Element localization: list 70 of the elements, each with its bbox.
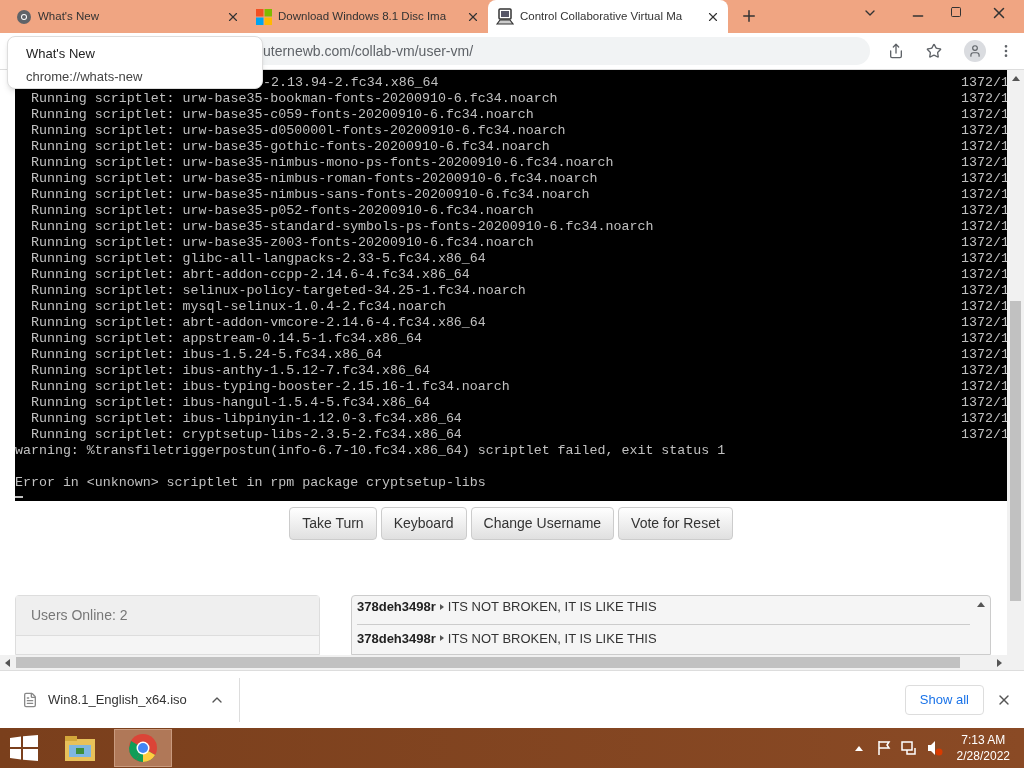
terminal-line: Running scriptlet: urw-base35-nimbus-sans-fonts-20200910-6.fc34.noarch: [29, 187, 590, 203]
clock-date: 2/28/2022: [956, 748, 1010, 764]
terminal-line: Running scriptlet: urw-base35-gothic-fonts-20200910-6.fc34.noarch: [29, 139, 550, 155]
chat-message: ITS NOT BROKEN, IT IS LIKE THIS: [447, 629, 657, 648]
file-explorer-icon[interactable]: [64, 733, 96, 763]
control-button[interactable]: Take Turn: [289, 507, 377, 540]
chat-arrow-icon: [439, 635, 444, 642]
control-button[interactable]: Change Username: [470, 507, 615, 540]
restore-icon[interactable]: [950, 6, 962, 18]
new-tab-icon[interactable]: [740, 7, 758, 25]
terminal-line: Running scriptlet: urw-base35-nimbus-roman-fonts-20200910-6.fc34.noarch: [29, 171, 598, 187]
chat-username: 378deh3498r: [357, 598, 436, 616]
share-icon[interactable]: [888, 43, 904, 59]
tab-title: Download Windows 8.1 Disc Ima: [278, 8, 447, 24]
terminal-line: -2.13.94-2.fc34.x86_64: [263, 75, 439, 91]
clock-time: 7:13 AM: [961, 732, 1006, 748]
chat-message: ITS NOT BROKEN, IT IS LIKE THIS: [447, 598, 657, 616]
tab-title: Control Collaborative Virtual Ma: [520, 8, 683, 24]
chrome-icon: [16, 8, 32, 25]
terminal-line: Error in <unknown> scriptlet in rpm package cryptsetup-libs: [15, 475, 486, 491]
control-button[interactable]: Vote for Reset: [618, 507, 733, 540]
terminal-line: Running scriptlet: urw-base35-z003-fonts-20200910-6.fc34.noarch: [29, 235, 534, 251]
vm-screen[interactable]: [15, 70, 1007, 501]
computer-icon: [496, 7, 514, 26]
terminal-line: Running scriptlet: ibus-libpinyin-1.12.0-3.fc34.x86_64: [29, 411, 462, 427]
muted-speaker-icon[interactable]: [926, 740, 943, 756]
tooltip-title: What's New: [26, 45, 96, 63]
terminal-line: Running scriptlet: urw-base35-nimbus-mono-ps-fonts-20200910-6.fc34.noarch: [29, 155, 614, 171]
browser-tab[interactable]: Download Windows 8.1 Disc Ima: [248, 0, 488, 33]
terminal-line: Running scriptlet: urw-base35-standard-symbols-ps-fonts-20200910-6.fc34.noarch: [29, 219, 654, 235]
terminal-line: Running scriptlet: cryptsetup-libs-2.3.5-2.fc34.x86_64: [29, 427, 462, 443]
bookmark-star-icon[interactable]: [926, 43, 942, 59]
terminal-line: Running scriptlet: abrt-addon-ccpp-2.14.6-4.fc34.x86_64: [29, 267, 470, 283]
flag-icon[interactable]: [876, 740, 891, 756]
control-button[interactable]: Keyboard: [380, 507, 467, 540]
profile-icon[interactable]: [964, 40, 986, 62]
users-online-heading: Users Online: 2: [16, 596, 319, 636]
browser-tab[interactable]: Control Collaborative Virtual Ma: [488, 0, 728, 33]
terminal-line: Running scriptlet: urw-base35-d050000l-fonts-20200910-6.fc34.noarch: [29, 123, 566, 139]
terminal-line: Running scriptlet: glibc-all-langpacks-2.33-5.fc34.x86_64: [29, 251, 486, 267]
start-button-icon[interactable]: [10, 735, 38, 761]
terminal-line: Running scriptlet: ibus-typing-booster-2.15.16-1.fc34.noarch: [29, 379, 510, 395]
browser-tab[interactable]: What's New: [8, 0, 248, 33]
tab-title: What's New: [38, 8, 99, 24]
tooltip-url: chrome://whats-new: [26, 67, 144, 86]
taskbar-chrome-button[interactable]: [114, 729, 172, 767]
terminal-line: Running scriptlet: appstream-0.14.5-1.fc34.x86_64: [29, 331, 422, 347]
terminal-line: Running scriptlet: urw-base35-p052-fonts-20200910-6.fc34.noarch: [29, 203, 534, 219]
download-filename[interactable]: Win8.1_English_x64.iso: [48, 689, 187, 710]
terminal-line: Running scriptlet: ibus-1.5.24-5.fc34.x86_64: [29, 347, 383, 363]
scroll-up-icon[interactable]: [977, 602, 985, 607]
windows-logo-icon: [256, 8, 272, 25]
tray-arrow-icon[interactable]: [854, 745, 863, 751]
show-all-button[interactable]: Show all: [904, 684, 984, 715]
chat-username: 378deh3498r: [357, 629, 436, 648]
terminal-line: Running scriptlet: abrt-addon-vmcore-2.14.6-4.fc34.x86_64: [29, 315, 486, 331]
chat-arrow-icon: [439, 603, 444, 610]
horizontal-scrollbar[interactable]: [0, 655, 1007, 670]
file-icon: [22, 691, 38, 708]
vertical-scrollbar[interactable]: [1007, 70, 1024, 670]
terminal-cursor: [15, 496, 23, 498]
terminal-line: Running scriptlet: ibus-anthy-1.5.12-7.fc34.x86_64: [29, 363, 430, 379]
terminal-line: Running scriptlet: selinux-policy-targeted-34.25-1.fc34.noarch: [29, 283, 526, 299]
chrome-logo-icon: [128, 733, 158, 763]
terminal-line: Running scriptlet: mysql-selinux-1.0.4-2.fc34.noarch: [29, 299, 446, 315]
terminal-line: Running scriptlet: urw-base35-c059-fonts-20200910-6.fc34.noarch: [29, 107, 534, 123]
terminal-line: warning: %transfiletriggerpostun(info-6.7-10.fc34.x86_64) scriptlet failed, exit status 1: [15, 443, 726, 459]
terminal-line: Running scriptlet: ibus-hangul-1.5.4-5.fc34.x86_64: [29, 395, 430, 411]
terminal-line: Running scriptlet: urw-base35-bookman-fonts-20200910-6.fc34.noarch: [29, 91, 558, 107]
network-icon[interactable]: [900, 740, 917, 756]
